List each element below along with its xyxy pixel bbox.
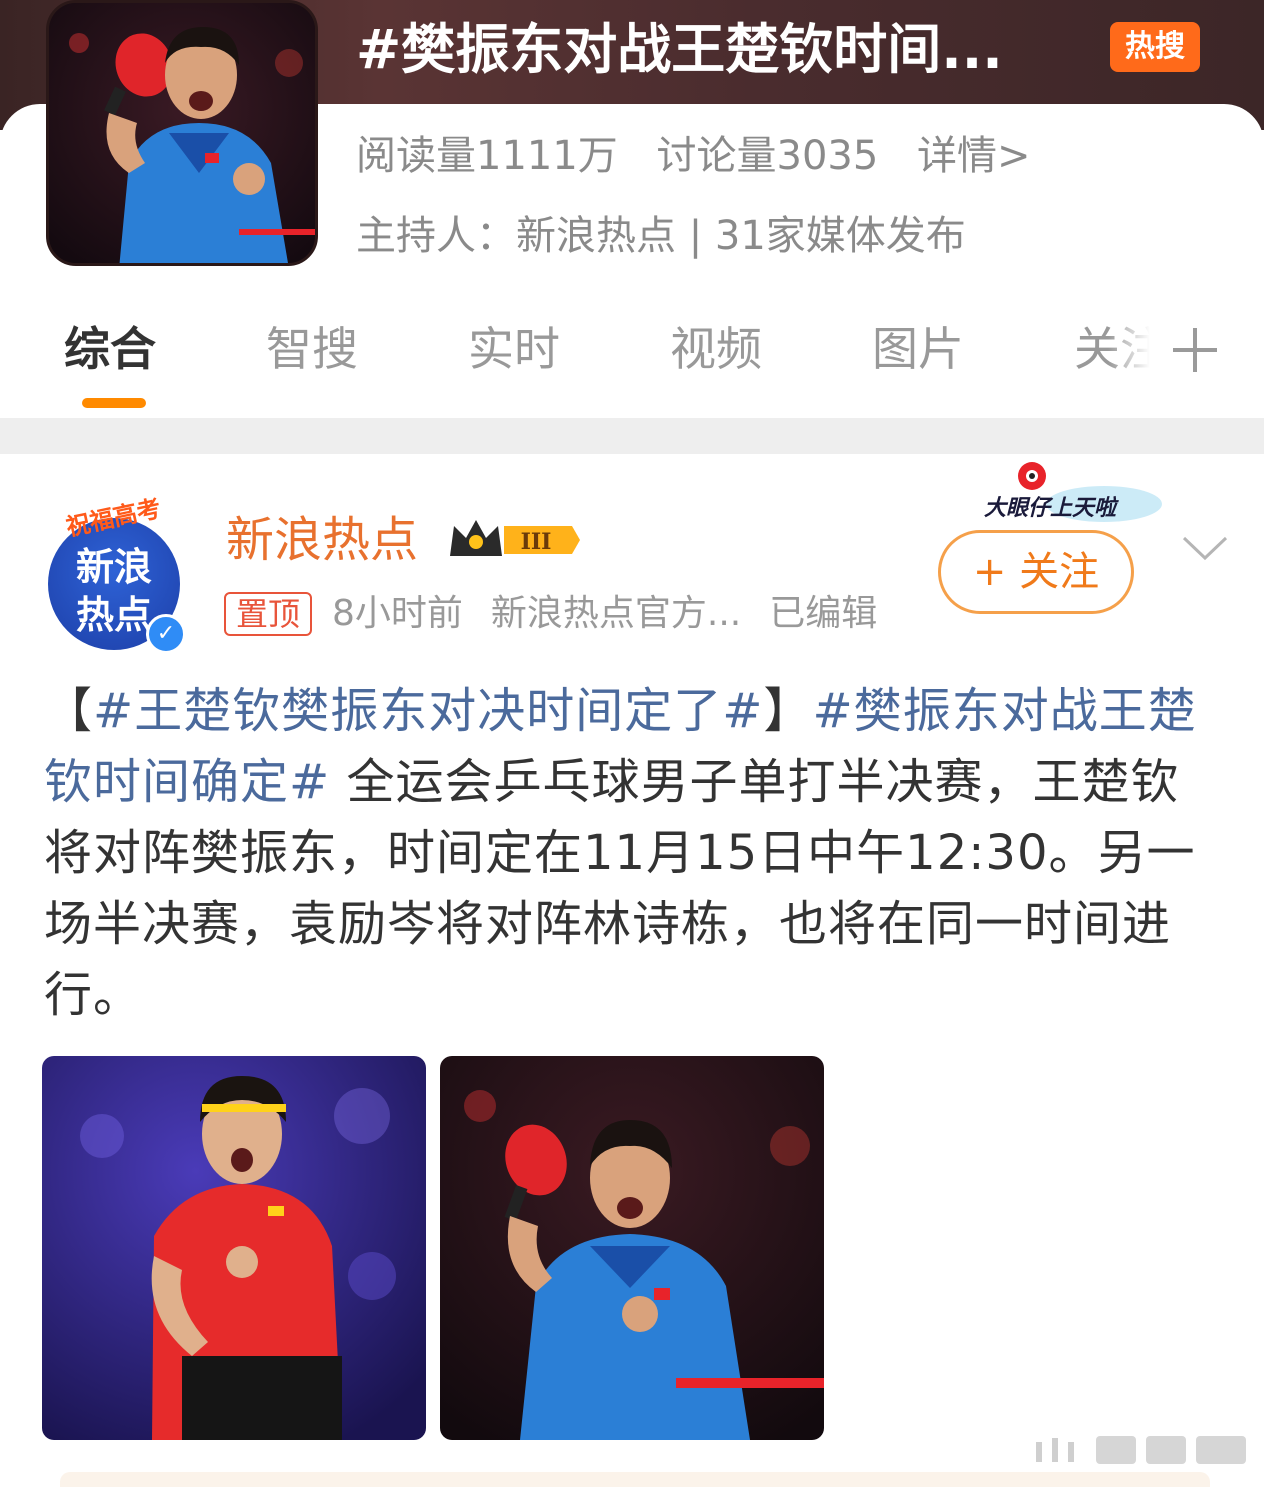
avatar-line-1: 新浪: [75, 545, 152, 589]
crown-icon: III: [448, 516, 580, 564]
tab-smart-search[interactable]: 智搜: [266, 314, 358, 384]
image-grid: [42, 1056, 824, 1440]
detail-link[interactable]: 详情>: [917, 133, 1031, 179]
tab-bar: 综合 智搜 实时 视频 图片 关注: [0, 300, 1264, 418]
add-tab-icon[interactable]: [1170, 314, 1220, 399]
hot-search-badge: 热搜: [1110, 22, 1200, 72]
next-card-edge: [60, 1472, 1210, 1487]
author-name[interactable]: 新浪热点: [226, 510, 418, 570]
read-count: 阅读量1111万: [356, 133, 618, 179]
bracket-open: 【: [44, 683, 94, 739]
post-image-2[interactable]: [440, 1056, 824, 1440]
tab-realtime[interactable]: 实时: [468, 314, 560, 384]
event-sticker[interactable]: 大眼仔上天啦: [984, 460, 1164, 530]
chevron-down-icon[interactable]: [1180, 528, 1230, 568]
hashtag-link-1[interactable]: #王楚钦樊振东对决时间定了#: [93, 683, 763, 739]
section-divider: [0, 418, 1264, 454]
level-badge-text: III: [521, 529, 552, 555]
host-info[interactable]: 主持人：新浪热点 | 31家媒体发布: [356, 206, 966, 266]
author-avatar[interactable]: 祝福高考 新浪 热点 ✓: [44, 494, 186, 654]
topic-title: #樊振东对战王楚钦时间...: [356, 18, 1003, 81]
watermark-graphic: [1036, 1432, 1252, 1468]
bracket-close: 】: [763, 683, 813, 739]
post-time: 8小时前: [332, 593, 463, 634]
follow-button[interactable]: + 关注: [938, 530, 1134, 614]
topic-stats: 阅读量1111万 讨论量3035 详情>: [356, 126, 1057, 186]
tab-video[interactable]: 视频: [670, 314, 762, 384]
edited-label[interactable]: 已编辑: [769, 593, 877, 634]
verified-icon: ✓: [146, 614, 186, 654]
active-tab-indicator: [82, 398, 146, 408]
post-meta: 置顶 8小时前 新浪热点官方... 已编辑: [224, 588, 905, 638]
tab-fade: [1108, 300, 1168, 418]
discuss-count: 讨论量3035: [656, 133, 879, 179]
post-source[interactable]: 新浪热点官方...: [491, 593, 741, 634]
post-text: 【#王楚钦樊振东对决时间定了#】#樊振东对战王楚钦时间确定# 全运会乒乓球男子单…: [44, 676, 1224, 1031]
tab-comprehensive[interactable]: 综合: [64, 314, 156, 384]
post-image-1[interactable]: [42, 1056, 426, 1440]
pin-badge: 置顶: [224, 592, 313, 636]
tab-images[interactable]: 图片: [872, 314, 964, 384]
post-card: 祝福高考 新浪 热点 ✓ 新浪热点 III 置顶 8小时前 新浪热点官方... 已编辑…: [0, 454, 1264, 1487]
topic-cover-image[interactable]: [46, 0, 318, 266]
event-sticker-text: 大眼仔上天啦: [984, 496, 1117, 521]
